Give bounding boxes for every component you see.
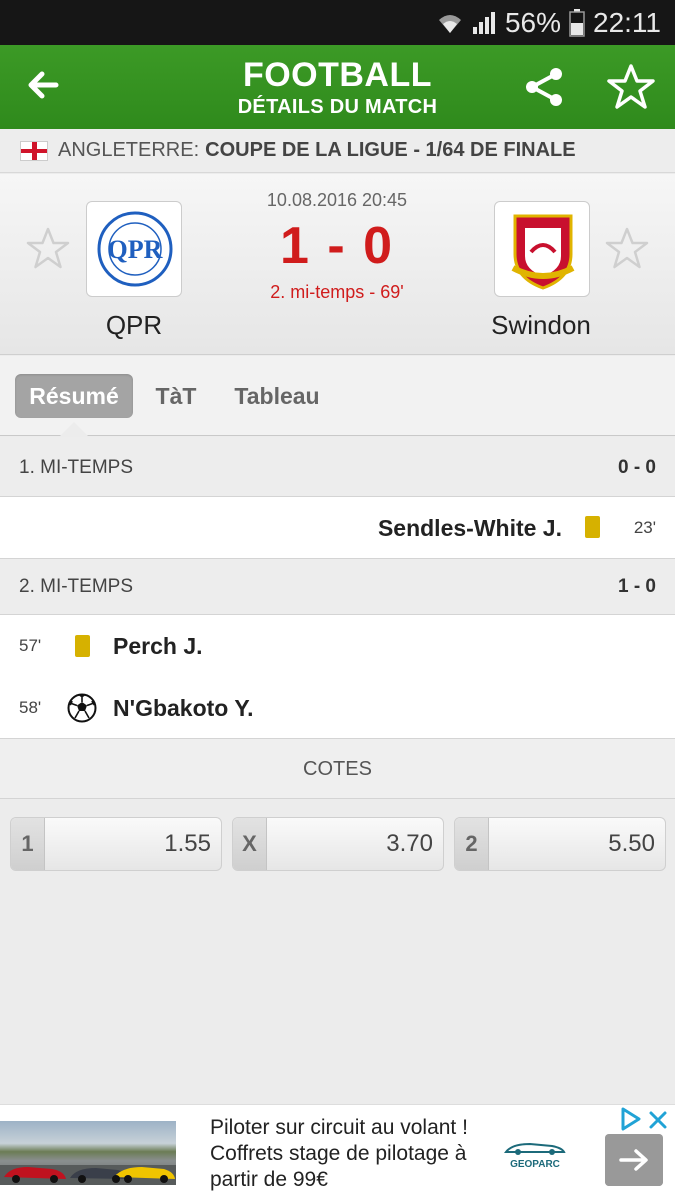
league-competition: COUPE DE LA LIGUE - 1/64 DE FINALE	[205, 139, 576, 161]
yellow-card-icon	[75, 635, 90, 657]
section-label: 2. MI-TEMPS	[19, 576, 134, 597]
section-header-first-half: 1. MI-TEMPS 0 - 0	[0, 437, 675, 497]
away-team-name[interactable]: Swindon	[441, 310, 641, 341]
svg-text:QPR: QPR	[108, 235, 163, 264]
league-bar[interactable]: ANGLETERRE: COUPE DE LA LIGUE - 1/64 DE …	[0, 129, 675, 173]
match-header: QPR 10.08.2016 20:45 1 - 0 2. mi-temps -…	[0, 174, 675, 355]
odd-home-button[interactable]: 1 1.55	[10, 817, 222, 871]
second-half-events: 57' Perch J. 58' N'Gbakoto Y.	[0, 615, 675, 739]
match-datetime: 10.08.2016 20:45	[266, 190, 408, 210]
match-score: 1 - 0	[279, 217, 395, 275]
odd-label: 1	[11, 818, 45, 870]
soccer-ball-icon	[67, 693, 97, 723]
battery-icon	[569, 9, 585, 37]
league-country: ANGLETERRE:	[58, 139, 200, 161]
home-team-name[interactable]: QPR	[34, 310, 234, 341]
battery-percent: 56%	[504, 7, 561, 38]
adchoices-icon[interactable]	[615, 1105, 675, 1135]
arrow-right-icon[interactable]	[605, 1134, 663, 1186]
header-titles: FOOTBALL DÉTAILS DU MATCH	[150, 55, 525, 119]
swindon-crest-icon	[511, 214, 575, 290]
app-header: FOOTBALL DÉTAILS DU MATCH	[0, 45, 675, 129]
tab-tableau[interactable]: Tableau	[222, 374, 332, 418]
odd-value: 1.55	[164, 830, 211, 857]
qpr-crest-icon: QPR	[97, 211, 173, 287]
event-minute: 23'	[633, 518, 656, 537]
ad-text[interactable]: Piloter sur circuit au volant ! Coffrets…	[210, 1115, 490, 1193]
home-team-logo[interactable]: QPR	[86, 201, 182, 297]
tab-tat[interactable]: TàT	[145, 374, 207, 418]
odd-label: X	[233, 818, 267, 870]
event-row[interactable]: Sendles-White J. 23'	[0, 497, 675, 558]
wifi-icon	[438, 15, 461, 33]
ad-brand-logo[interactable]: GEOPARC	[500, 1138, 570, 1174]
away-star-icon[interactable]	[604, 226, 650, 272]
ad-banner[interactable]: Piloter sur circuit au volant ! Coffrets…	[0, 1104, 675, 1200]
first-half-events: Sendles-White J. 23'	[0, 497, 675, 559]
england-flag-icon	[20, 140, 48, 161]
section-score: 1 - 0	[617, 576, 656, 597]
odd-value: 3.70	[386, 830, 433, 857]
page-subtitle: DÉTAILS DU MATCH	[237, 96, 438, 118]
clock: 22:11	[593, 7, 661, 38]
event-player: N'Gbakoto Y.	[113, 695, 254, 721]
status-bar: 56% 22:11	[0, 0, 675, 45]
geoparc-car-icon	[503, 1142, 566, 1155]
tab-pointer	[60, 422, 88, 436]
back-arrow-icon[interactable]	[22, 63, 66, 107]
event-minute: 58'	[19, 698, 42, 717]
odd-value: 5.50	[608, 830, 655, 857]
page-title: FOOTBALL	[242, 56, 433, 94]
section-label: 1. MI-TEMPS	[19, 457, 134, 478]
odd-draw-button[interactable]: X 3.70	[232, 817, 444, 871]
ad-brand-name: GEOPARC	[510, 1159, 560, 1170]
share-icon[interactable]	[522, 65, 566, 109]
yellow-card-icon	[585, 516, 600, 538]
odd-label: 2	[455, 818, 489, 870]
odd-away-button[interactable]: 2 5.50	[454, 817, 666, 871]
home-star-icon[interactable]	[25, 226, 71, 272]
section-score: 0 - 0	[617, 457, 656, 478]
away-team-logo[interactable]	[494, 201, 590, 297]
signal-icon	[472, 12, 495, 34]
odds-header: COTES	[0, 739, 675, 799]
match-period: 2. mi-temps - 69'	[270, 282, 404, 302]
event-player: Perch J.	[113, 633, 203, 659]
event-row[interactable]: 57' Perch J.	[0, 615, 675, 677]
match-tabs: Résumé TàT Tableau	[0, 356, 675, 436]
event-minute: 57'	[19, 636, 42, 655]
event-player: Sendles-White J.	[377, 515, 562, 541]
race-cars-image	[0, 1165, 176, 1185]
ad-image[interactable]	[0, 1121, 176, 1185]
event-row[interactable]: 58' N'Gbakoto Y.	[0, 677, 675, 739]
star-icon[interactable]	[606, 63, 656, 111]
tab-resume[interactable]: Résumé	[15, 374, 133, 418]
section-header-second-half: 2. MI-TEMPS 1 - 0	[0, 559, 675, 615]
